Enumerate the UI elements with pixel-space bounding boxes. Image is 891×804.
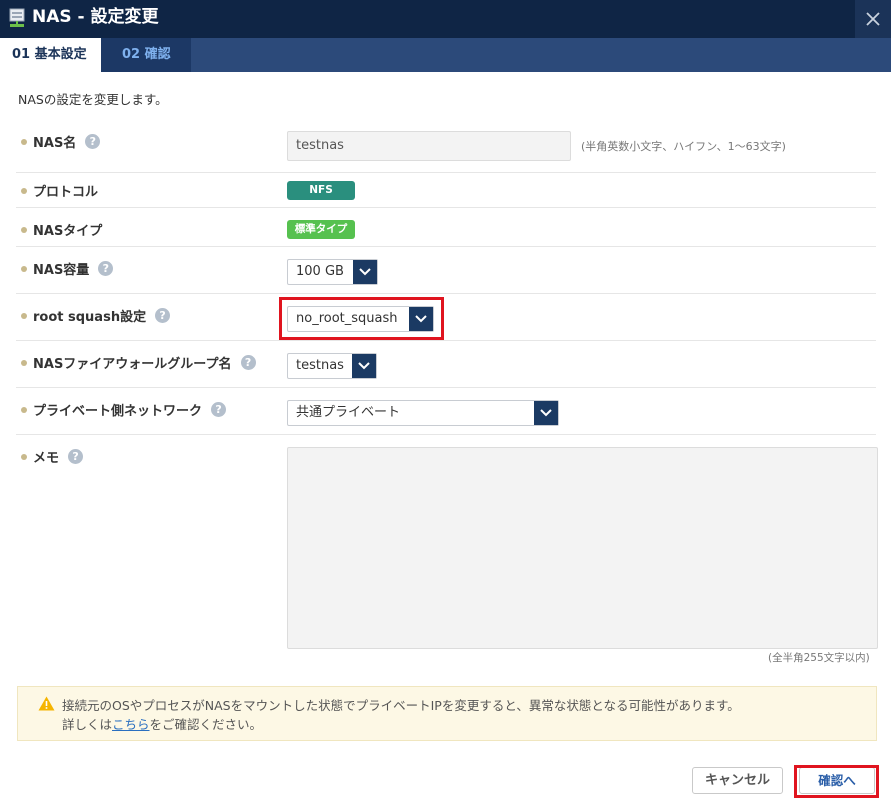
protocol-badge: NFS bbox=[287, 181, 355, 200]
chevron-down-icon bbox=[534, 401, 558, 425]
bullet-icon bbox=[21, 265, 27, 272]
close-icon bbox=[866, 12, 880, 26]
close-button[interactable] bbox=[855, 0, 891, 38]
chevron-down-icon bbox=[352, 354, 376, 378]
divider bbox=[16, 387, 876, 388]
bullet-icon bbox=[21, 226, 27, 233]
divider bbox=[16, 207, 876, 208]
divider bbox=[16, 246, 876, 247]
chevron-down-icon bbox=[409, 307, 433, 331]
help-icon[interactable]: ? bbox=[240, 355, 256, 370]
help-icon[interactable]: ? bbox=[68, 449, 84, 464]
memo-hint: (全半角255文字以内) bbox=[768, 652, 870, 664]
bullet-icon bbox=[21, 138, 27, 145]
private-network-label: プライベート側ネットワーク ? bbox=[21, 400, 227, 419]
nas-type-badge: 標準タイプ bbox=[287, 220, 355, 239]
cancel-button[interactable]: キャンセル bbox=[692, 767, 783, 794]
root-squash-select[interactable]: no_root_squash bbox=[287, 306, 434, 332]
warning-icon bbox=[38, 696, 55, 711]
details-link[interactable]: こちら bbox=[112, 717, 150, 732]
tab-confirm[interactable]: 02 確認 bbox=[101, 38, 191, 72]
root-squash-label: root squash設定 ? bbox=[21, 306, 171, 325]
bullet-icon bbox=[21, 453, 27, 460]
nas-server-icon bbox=[9, 8, 25, 27]
title-bar: NAS - 設定変更 bbox=[0, 0, 891, 38]
bullet-icon bbox=[21, 359, 27, 366]
nas-name-input[interactable]: testnas bbox=[287, 131, 571, 161]
intro-text: NASの設定を変更します。 bbox=[18, 92, 168, 107]
chevron-down-icon bbox=[353, 260, 377, 284]
help-icon[interactable]: ? bbox=[85, 134, 101, 149]
step-tabs: 01 基本設定 02 確認 bbox=[0, 38, 891, 72]
warning-detail: 詳しくはこちらをご確認ください。 bbox=[62, 717, 263, 732]
confirm-button[interactable]: 確認へ bbox=[799, 767, 875, 794]
firewall-group-select[interactable]: testnas bbox=[287, 353, 377, 379]
memo-label: メモ ? bbox=[21, 447, 84, 466]
capacity-select[interactable]: 100 GB bbox=[287, 259, 378, 285]
warning-box: 接続元のOSやプロセスがNASをマウントした状態でプライベートIPを変更すると、… bbox=[17, 686, 877, 741]
private-network-select[interactable]: 共通プライベート bbox=[287, 400, 559, 426]
capacity-label: NAS容量 ? bbox=[21, 259, 114, 278]
tab-basic-settings[interactable]: 01 基本設定 bbox=[0, 38, 101, 72]
memo-textarea[interactable] bbox=[287, 447, 878, 649]
help-icon[interactable]: ? bbox=[98, 261, 114, 276]
warning-text: 接続元のOSやプロセスがNASをマウントした状態でプライベートIPを変更すると、… bbox=[62, 698, 740, 713]
nas-type-label: NASタイプ bbox=[21, 220, 102, 239]
divider bbox=[16, 293, 876, 294]
divider bbox=[16, 434, 876, 435]
bullet-icon bbox=[21, 406, 27, 413]
help-icon[interactable]: ? bbox=[211, 402, 227, 417]
divider bbox=[16, 340, 876, 341]
firewall-group-label: NASファイアウォールグループ名 ? bbox=[21, 353, 256, 372]
nas-name-hint: (半角英数小文字、ハイフン、1〜63文字) bbox=[581, 140, 786, 153]
protocol-label: プロトコル bbox=[21, 181, 98, 200]
bullet-icon bbox=[21, 312, 27, 319]
nas-name-label: NAS名 ? bbox=[21, 132, 101, 151]
window-title: NAS - 設定変更 bbox=[32, 7, 159, 27]
bullet-icon bbox=[21, 187, 27, 194]
divider bbox=[16, 172, 876, 173]
help-icon[interactable]: ? bbox=[155, 308, 171, 323]
